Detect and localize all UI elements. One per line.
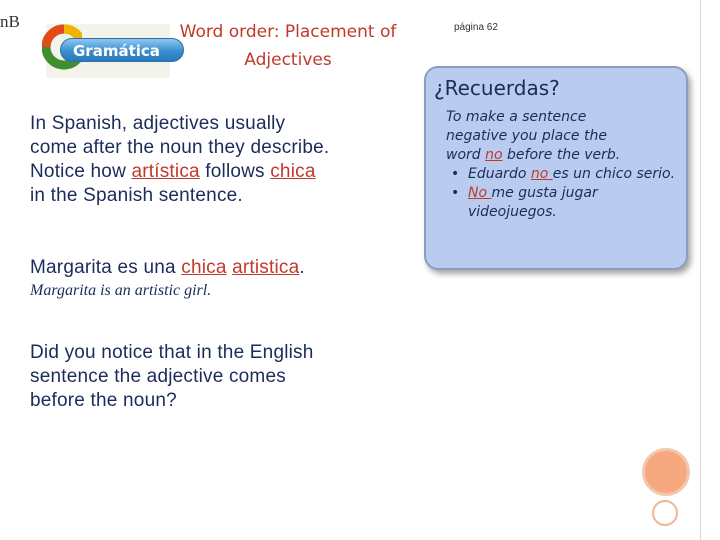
callout-line: word no before the verb. [446,146,682,165]
recuerdas-callout: ¿Recuerdas? To make a sentence negative … [424,66,688,270]
list-item: • No me gusta jugar videojuegos. [446,184,682,222]
callout-body: To make a sentence negative you place th… [446,108,682,222]
paragraph-line: Notice how artística follows chica [30,160,430,184]
title-line-1: Word order: Placement of [179,22,397,42]
example-sentence: Margarita es una chica artistica. [30,256,430,280]
paragraph-line: come after the noun they describe. [30,137,330,158]
text-run: es un chico serio. [552,166,676,182]
paragraph-line: before the noun? [30,390,177,411]
text-run: Margarita es una [30,257,182,278]
text-run: before the verb. [502,147,621,163]
english-translation: Margarita is an artistic girl. [30,282,212,299]
bullet-icon: • [451,185,460,201]
highlight-noun: chica [270,161,316,182]
highlight-no: No [468,185,492,201]
callout-title: ¿Recuerdas? [434,76,560,100]
example-noun: chica [181,257,227,278]
example-adjective: artistica [232,257,300,278]
paragraph-line: In Spanish, adjectives usually [30,113,286,134]
page-reference: página 62 [454,22,498,33]
bullet-icon: • [451,166,460,182]
paragraph-line: sentence the adjective comes [30,366,286,387]
highlight-adjective: artística [131,161,200,182]
callout-line: To make a sentence [446,109,587,125]
right-margin-rule [700,0,701,540]
title-line-2: Adjectives [244,50,332,70]
corner-tag: nB [0,12,20,31]
list-item: • Eduardo no es un chico serio. [446,165,682,184]
text-run: Notice how [30,161,132,182]
slide-title: Word order: Placement of Adjectives [150,18,426,74]
highlight-no: no [485,147,503,163]
decorative-circle-large [642,448,690,496]
paragraph-line: Did you notice that in the English [30,342,314,363]
paragraph-line: in the Spanish sentence. [30,185,243,206]
callout-line: negative you place the [446,128,607,144]
text-run: follows [199,161,271,182]
text-run: . [299,257,305,278]
explanation-paragraph: In Spanish, adjectives usually come afte… [30,112,430,208]
question-paragraph: Did you notice that in the English sente… [30,341,420,413]
highlight-no: no [530,166,553,182]
decorative-circle-small [652,500,678,526]
text-run: word [446,147,486,163]
callout-bullets: • Eduardo no es un chico serio. • No me gu… [446,165,682,222]
text-run: Eduardo [468,166,531,182]
